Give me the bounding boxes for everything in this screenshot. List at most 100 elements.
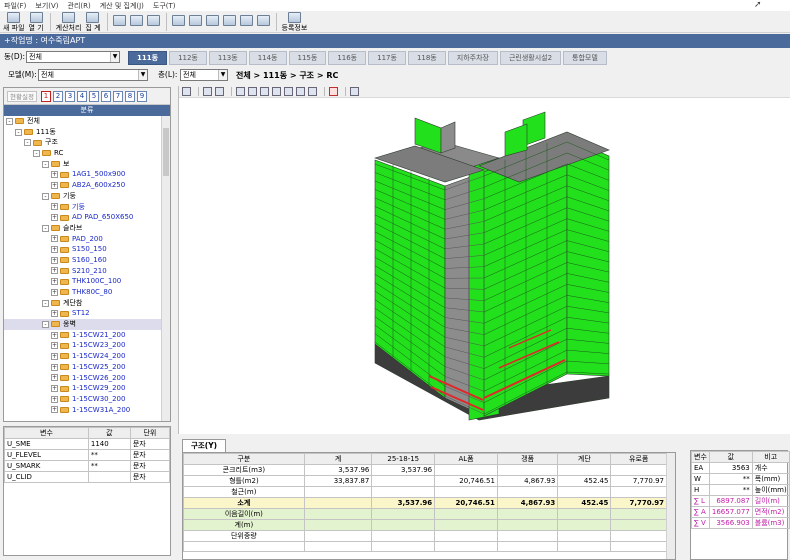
level-number-button[interactable]: 6 bbox=[100, 90, 111, 102]
tab-building[interactable]: 115동 bbox=[288, 51, 327, 65]
menu-tools[interactable]: 도구(T) bbox=[153, 1, 176, 11]
expand-icon[interactable]: + bbox=[51, 256, 58, 264]
tree-node[interactable]: + 기둥 bbox=[4, 202, 170, 213]
tool-button-4[interactable] bbox=[171, 15, 185, 32]
tree-node[interactable]: + S160_160 bbox=[4, 255, 170, 266]
tree-node[interactable]: +1-15CW29_200 bbox=[4, 383, 170, 394]
table-row[interactable]: U_SMARK ** 문자 bbox=[4, 460, 171, 472]
zoom-fit-icon[interactable] bbox=[215, 87, 224, 96]
tree-node[interactable]: -보 bbox=[4, 159, 170, 170]
level-number-button[interactable]: 9 bbox=[136, 90, 147, 102]
tab-building[interactable]: 지하주차장 bbox=[447, 51, 498, 65]
model-viewer[interactable] bbox=[178, 86, 790, 434]
expand-icon[interactable]: + bbox=[51, 331, 58, 339]
table-row[interactable]: 소계 3,537.96 20,746.51 4,867.93 452.45 7,770.9… bbox=[183, 497, 667, 509]
view-left-icon[interactable] bbox=[272, 87, 281, 96]
summary-scrollbar[interactable] bbox=[666, 453, 675, 559]
level-number-button[interactable]: 7 bbox=[112, 90, 123, 102]
tool-button-2[interactable] bbox=[129, 15, 143, 32]
level-number-button[interactable]: 5 bbox=[88, 90, 99, 102]
view-iso-icon[interactable] bbox=[296, 87, 305, 96]
tool-button-7[interactable] bbox=[222, 15, 236, 32]
tree-node[interactable]: +1-15CW24_200 bbox=[4, 351, 170, 362]
view-front-icon[interactable] bbox=[248, 87, 257, 96]
floor-select[interactable]: 전체 ▼ bbox=[180, 69, 228, 81]
collapse-icon[interactable]: - bbox=[6, 117, 13, 125]
collapse-icon[interactable]: - bbox=[42, 160, 49, 168]
tab-building[interactable]: 113동 bbox=[208, 51, 247, 65]
collapse-icon[interactable]: - bbox=[24, 139, 31, 147]
level-number-button[interactable]: 8 bbox=[124, 90, 135, 102]
tab-building[interactable]: 통합모델 bbox=[563, 51, 607, 65]
level-number-button[interactable]: 3 bbox=[64, 90, 75, 102]
expand-icon[interactable]: + bbox=[51, 214, 58, 222]
table-row[interactable]: 콘크리트(m3) 3,537.96 3,537.96 bbox=[183, 464, 667, 476]
expand-icon[interactable]: + bbox=[51, 310, 58, 318]
tab-building[interactable]: 116동 bbox=[328, 51, 367, 65]
view-toggle-icon[interactable] bbox=[182, 87, 191, 96]
expand-icon[interactable]: + bbox=[51, 246, 58, 254]
table-row[interactable]: ∑ V 3566.903 볼륨(m3) bbox=[691, 517, 790, 529]
table-row[interactable]: 단위중량 bbox=[183, 530, 667, 542]
tree-node[interactable]: + AD PAD_650X650 bbox=[4, 212, 170, 223]
table-row[interactable] bbox=[183, 541, 667, 552]
tool-button-1[interactable] bbox=[112, 15, 126, 32]
collapse-icon[interactable]: - bbox=[42, 224, 49, 232]
expand-icon[interactable]: + bbox=[51, 203, 58, 211]
tree-node[interactable]: + THK100C_100 bbox=[4, 276, 170, 287]
model-select[interactable]: 전체 ▼ bbox=[38, 69, 148, 81]
menu-manage[interactable]: 관리(R) bbox=[68, 1, 91, 11]
list-red-icon[interactable] bbox=[329, 87, 338, 96]
tab-building[interactable]: 111동 bbox=[128, 51, 168, 65]
expand-icon[interactable]: + bbox=[51, 171, 58, 179]
tree-node[interactable]: +1-15CW31A_200 bbox=[4, 405, 170, 416]
level-number-button[interactable]: 4 bbox=[76, 90, 87, 102]
tab-building[interactable]: 112동 bbox=[169, 51, 207, 65]
table-row[interactable]: 철근(m) bbox=[183, 486, 667, 498]
expand-icon[interactable]: + bbox=[51, 385, 58, 393]
collapse-icon[interactable]: - bbox=[42, 299, 49, 307]
view-right-icon[interactable] bbox=[284, 87, 293, 96]
table-row[interactable]: ∑ A 16657.077 면적(m2) bbox=[691, 506, 790, 518]
tree-node[interactable]: +1-15CW23_200 bbox=[4, 340, 170, 351]
tab-structure[interactable]: 구조(Y) bbox=[182, 439, 227, 452]
menu-file[interactable]: 파일(F) bbox=[4, 1, 26, 11]
tree-node[interactable]: + AB2A_600x250 bbox=[4, 180, 170, 191]
tool-button-8[interactable] bbox=[239, 15, 253, 32]
new-file-button[interactable]: 새 파일 bbox=[3, 12, 25, 32]
view-back-icon[interactable] bbox=[260, 87, 269, 96]
view-persp-icon[interactable] bbox=[308, 87, 317, 96]
expand-icon[interactable]: + bbox=[51, 267, 58, 275]
tree-node[interactable]: - 111동 bbox=[4, 127, 170, 138]
level-number-button[interactable]: 1 bbox=[40, 90, 51, 102]
aggregate-button[interactable]: 집 계 bbox=[85, 12, 101, 32]
expand-icon[interactable]: + bbox=[51, 406, 58, 414]
expand-icon[interactable]: + bbox=[51, 278, 58, 286]
tree-node[interactable]: + THK80C_80 bbox=[4, 287, 170, 298]
tool-button-6[interactable] bbox=[205, 15, 219, 32]
tool-button-5[interactable] bbox=[188, 15, 202, 32]
tab-building[interactable]: 117동 bbox=[368, 51, 406, 65]
expand-icon[interactable]: + bbox=[51, 395, 58, 403]
table-row[interactable]: U_CLID 문자 bbox=[4, 471, 171, 483]
expand-icon[interactable]: + bbox=[51, 363, 58, 371]
tree-node[interactable]: +1-15CW21_200 bbox=[4, 330, 170, 341]
expand-icon[interactable]: + bbox=[51, 342, 58, 350]
collapse-icon[interactable]: - bbox=[15, 128, 22, 136]
calc-run-button[interactable]: 계산처리 bbox=[56, 12, 81, 32]
expand-icon[interactable]: + bbox=[51, 352, 58, 360]
table-row[interactable]: EA 3563 개수 bbox=[691, 462, 790, 474]
cloud-icon[interactable] bbox=[350, 87, 359, 96]
tree-node[interactable]: +1-15CW30_200 bbox=[4, 394, 170, 405]
tree-node[interactable]: +1AG1_500x900 bbox=[4, 169, 170, 180]
tree-node[interactable]: + S150_150 bbox=[4, 244, 170, 255]
tree-node[interactable]: + S210_210 bbox=[4, 266, 170, 277]
table-row[interactable]: 이음길이(m) bbox=[183, 508, 667, 520]
building-3d-model[interactable] bbox=[179, 98, 790, 432]
table-row[interactable]: W ** 폭(mm) bbox=[691, 473, 790, 485]
table-row[interactable]: ∑ L 6897.087 길이(m) bbox=[691, 495, 790, 507]
tree-node[interactable]: - 슬라브 bbox=[4, 223, 170, 234]
tree-node[interactable]: + ST12 bbox=[4, 308, 170, 319]
tab-building[interactable]: 근린생활시설2 bbox=[499, 51, 562, 65]
tab-building[interactable]: 114동 bbox=[248, 51, 287, 65]
